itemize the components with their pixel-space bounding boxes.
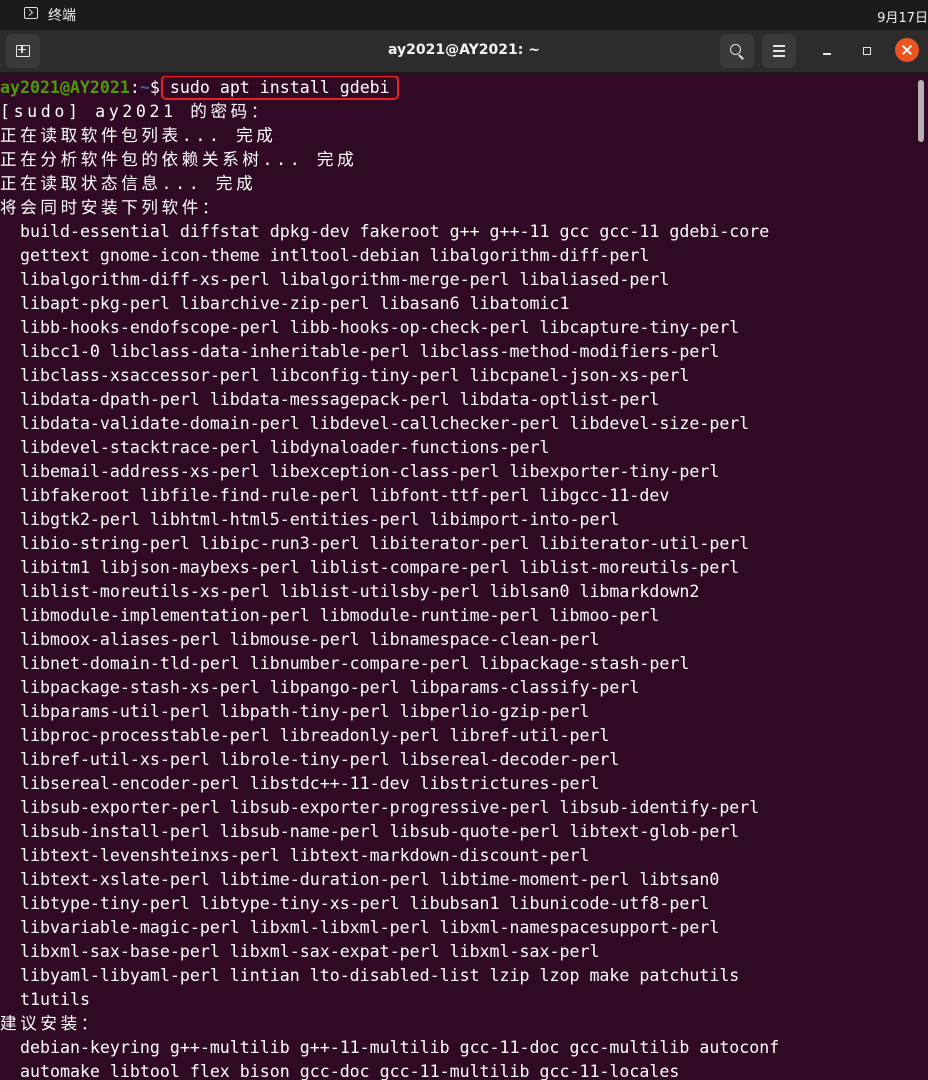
package-line: build-essential diffstat dpkg-dev fakero…	[20, 222, 770, 241]
prompt-user-host: ay2021@AY2021	[0, 78, 130, 97]
package-line: libmodule-implementation-perl libmodule-…	[20, 606, 660, 625]
package-line: libdata-validate-domain-perl libdevel-ca…	[20, 414, 750, 433]
package-line: libdata-dpath-perl libdata-messagepack-p…	[20, 390, 660, 409]
package-line: liblist-moreutils-xs-perl liblist-utilsb…	[20, 582, 700, 601]
package-line: libfakeroot libfile-find-rule-perl libfo…	[20, 486, 670, 505]
window-header-bar: ay2021@AY2021: ~	[0, 30, 928, 73]
package-line: libtext-xslate-perl libtime-duration-per…	[20, 870, 720, 889]
maximize-icon	[863, 47, 871, 55]
minimize-button[interactable]	[814, 38, 840, 64]
package-line: libproc-processtable-perl libreadonly-pe…	[20, 726, 610, 745]
prompt-line: ay2021@AY2021:~$ sudo apt install gdebi	[0, 76, 916, 100]
package-line: automake libtool flex bison gcc-doc gcc-…	[20, 1062, 680, 1080]
package-line: libtext-levenshteinxs-perl libtext-markd…	[20, 846, 590, 865]
install-package-list: build-essential diffstat dpkg-dev fakero…	[0, 220, 916, 1012]
package-line: libref-util-xs-perl librole-tiny-perl li…	[20, 750, 620, 769]
package-line: libnet-domain-tld-perl libnumber-compare…	[20, 654, 690, 673]
package-line: gettext gnome-icon-theme intltool-debian…	[20, 246, 650, 265]
app-name[interactable]: 终端	[48, 5, 76, 25]
package-line: libsereal-encoder-perl libstdc++-11-dev …	[20, 774, 600, 793]
suggest-header: 建议安装：	[0, 1014, 101, 1033]
package-line: libemail-address-xs-perl libexception-cl…	[20, 462, 720, 481]
prompt-symbol: $	[149, 78, 160, 97]
output-line: 正在分析软件包的依赖关系树... 完成	[0, 150, 358, 169]
package-line: libapt-pkg-perl libarchive-zip-perl liba…	[20, 294, 570, 313]
suggest-package-list: debian-keyring g++-multilib g++-11-multi…	[0, 1036, 916, 1080]
package-line: libpackage-stash-xs-perl libpango-perl l…	[20, 678, 640, 697]
package-line: libalgorithm-diff-xs-perl libalgorithm-m…	[20, 270, 670, 289]
package-line: libsub-exporter-perl libsub-exporter-pro…	[20, 798, 760, 817]
maximize-button[interactable]	[854, 38, 880, 64]
terminal-output[interactable]: ay2021@AY2021:~$ sudo apt install gdebi […	[0, 76, 916, 1080]
package-line: t1utils	[20, 990, 90, 1009]
system-top-bar: 终端 9月17日	[0, 0, 928, 30]
package-line: libb-hooks-endofscope-perl libb-hooks-op…	[20, 318, 740, 337]
output-line: [sudo] ay2021 的密码：	[0, 102, 272, 121]
output-line: 正在读取状态信息... 完成	[0, 174, 257, 193]
package-line: libparams-util-perl libpath-tiny-perl li…	[20, 702, 590, 721]
package-line: libyaml-libyaml-perl lintian lto-disable…	[20, 966, 740, 985]
hamburger-menu-icon	[773, 45, 785, 47]
package-line: debian-keyring g++-multilib g++-11-multi…	[20, 1038, 780, 1057]
scrollbar[interactable]	[918, 80, 924, 142]
package-line: libcc1-0 libclass-data-inheritable-perl …	[20, 342, 720, 361]
package-line: libgtk2-perl libhtml-html5-entities-perl…	[20, 510, 620, 529]
package-line: libitm1 libjson-maybexs-perl liblist-com…	[20, 558, 740, 577]
minimize-icon	[823, 53, 831, 55]
menu-button[interactable]	[762, 34, 796, 68]
package-line: libclass-xsaccessor-perl libconfig-tiny-…	[20, 366, 690, 385]
close-button[interactable]	[895, 38, 919, 62]
package-line: libsub-install-perl libsub-name-perl lib…	[20, 822, 740, 841]
terminal-icon[interactable]	[24, 7, 38, 19]
prompt-separator: :	[129, 78, 140, 97]
package-line: libvariable-magic-perl libxml-libxml-per…	[20, 918, 720, 937]
package-line: libmoox-aliases-perl libmouse-perl libna…	[20, 630, 600, 649]
command-highlight: sudo apt install gdebi	[160, 76, 399, 100]
package-line: libtype-tiny-perl libtype-tiny-xs-perl l…	[20, 894, 710, 913]
search-button[interactable]	[720, 34, 754, 68]
output-line: 将会同时安装下列软件：	[0, 198, 223, 217]
package-line: libio-string-perl libipc-run3-perl libit…	[20, 534, 750, 553]
package-line: libxml-sax-base-perl libxml-sax-expat-pe…	[20, 942, 600, 961]
prompt-path: ~	[139, 78, 150, 97]
package-line: libdevel-stacktrace-perl libdynaloader-f…	[20, 438, 550, 457]
output-line: 正在读取软件包列表... 完成	[0, 126, 277, 145]
clock[interactable]: 9月17日	[877, 7, 928, 26]
